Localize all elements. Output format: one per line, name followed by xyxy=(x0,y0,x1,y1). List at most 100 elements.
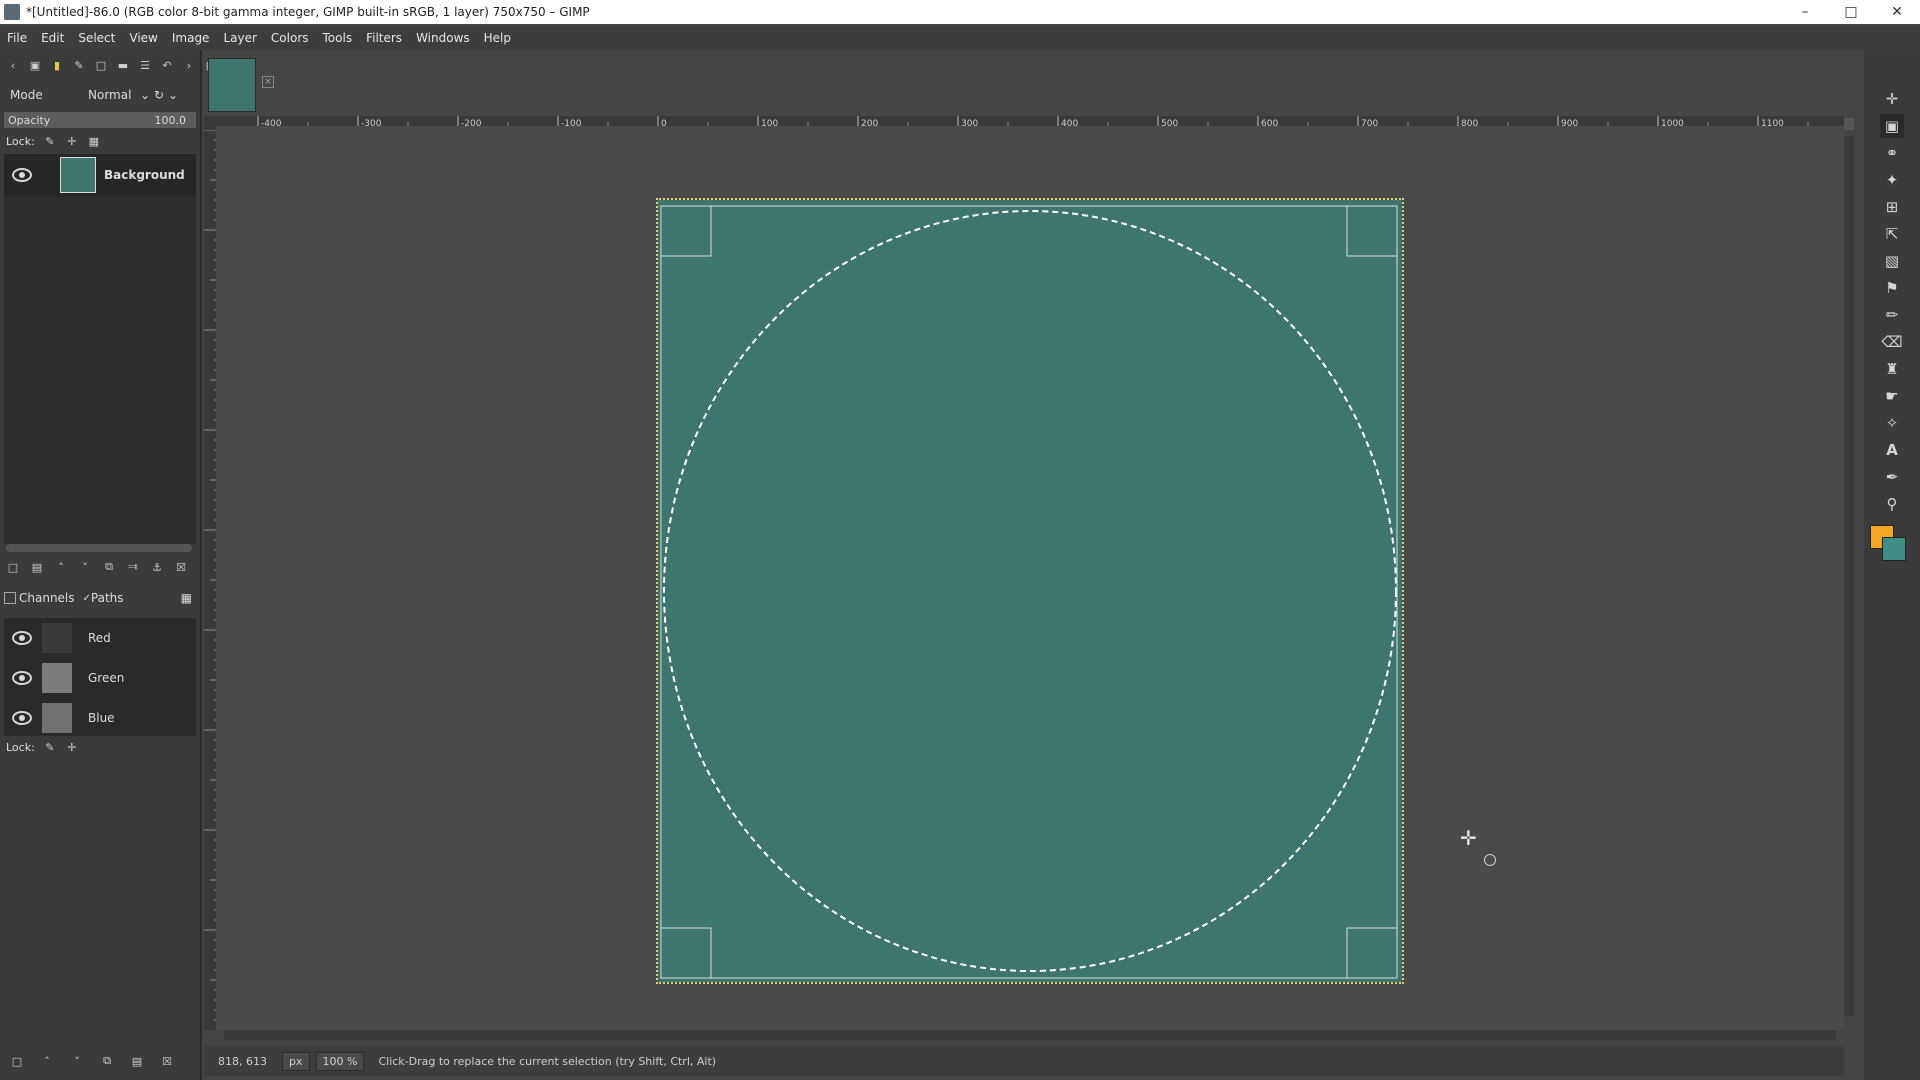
maximize-button[interactable]: □ xyxy=(1828,0,1874,24)
channel-name[interactable]: Blue xyxy=(88,711,115,725)
visibility-eye-icon[interactable] xyxy=(12,168,32,182)
zoom-icon[interactable]: ⚲ xyxy=(1880,492,1904,516)
move-tool-icon[interactable]: ✛ xyxy=(1880,87,1904,111)
menu-edit[interactable]: Edit xyxy=(34,31,71,45)
channel-row-red[interactable]: Red xyxy=(4,618,196,658)
mode-dropdown[interactable]: Normal xyxy=(88,88,140,102)
chevron-down-icon[interactable]: ⌄ xyxy=(140,88,154,102)
handle-top-left[interactable] xyxy=(660,205,712,257)
mode-reset-icon[interactable]: ↻ xyxy=(154,88,168,102)
background-color-swatch[interactable] xyxy=(1882,537,1906,561)
crop-icon[interactable]: ⊞ xyxy=(1880,195,1904,219)
image-canvas[interactable] xyxy=(656,198,1404,984)
tab-paths[interactable]: Paths xyxy=(91,591,181,605)
patterns-icon[interactable]: □ xyxy=(94,58,108,72)
layer-thumbnail xyxy=(60,157,96,193)
paintbrush-icon[interactable]: ✏ xyxy=(1880,303,1904,327)
menu-select[interactable]: Select xyxy=(71,31,122,45)
fuzzy-select-icon[interactable]: ✦ xyxy=(1880,168,1904,192)
lower-layer-icon[interactable]: ˅ xyxy=(78,560,92,574)
selection-bounding-box xyxy=(660,205,1398,979)
image-tab-thumbnail[interactable] xyxy=(208,58,256,112)
tab-menu-icon[interactable]: ▦ xyxy=(181,591,192,605)
images-icon[interactable]: ▬ xyxy=(116,58,130,72)
new-layer-icon[interactable]: □ xyxy=(6,560,20,574)
menu-view[interactable]: View xyxy=(122,31,164,45)
duplicate-layer-icon[interactable]: ⧉ xyxy=(102,560,116,574)
opacity-slider[interactable]: Opacity 100.0 xyxy=(4,112,196,128)
channel-row-blue[interactable]: Blue xyxy=(4,698,196,738)
undo-history-icon[interactable]: ↶ xyxy=(160,58,174,72)
visibility-eye-icon[interactable] xyxy=(12,631,32,645)
wilber-logo xyxy=(1864,50,1920,84)
close-image-tab-icon[interactable]: × xyxy=(262,76,274,88)
handle-top-right[interactable] xyxy=(1346,205,1398,257)
left-dock: ‹ ▣ ▮ ✎ □ ▬ ☰ ↶ › ▦ Mode Normal ⌄ ↻ ⌄ Op… xyxy=(0,50,216,1080)
menu-filters[interactable]: Filters xyxy=(359,31,409,45)
rect-select-icon[interactable]: ▣ xyxy=(1880,114,1904,138)
channel-to-selection-icon[interactable]: ▤ xyxy=(130,1054,144,1068)
smudge-icon[interactable]: ☛ xyxy=(1880,384,1904,408)
chevron-down-icon[interactable]: ⌄ xyxy=(168,88,178,102)
canvas-horizontal-scrollbar[interactable] xyxy=(224,1030,1836,1040)
lower-channel-icon[interactable]: ˅ xyxy=(70,1054,84,1068)
menu-layer[interactable]: Layer xyxy=(216,31,263,45)
minimize-button[interactable]: – xyxy=(1782,0,1828,24)
zoom-selector[interactable]: 100 % xyxy=(315,1051,365,1071)
color-picker-icon[interactable]: ✒ xyxy=(1880,465,1904,489)
close-button[interactable]: ✕ xyxy=(1874,0,1920,24)
raise-layer-icon[interactable]: ˄ xyxy=(54,560,68,574)
layer-row[interactable]: Background xyxy=(4,154,196,196)
handle-bottom-left[interactable] xyxy=(660,927,712,979)
tab-channels[interactable]: Channels xyxy=(19,591,75,605)
menu-image[interactable]: Image xyxy=(165,31,217,45)
mode-label: Mode xyxy=(10,88,43,102)
visibility-eye-icon[interactable] xyxy=(12,671,32,685)
lock-pixels-icon[interactable]: ✎ xyxy=(43,134,57,148)
eraser-icon[interactable]: ⌫ xyxy=(1880,330,1904,354)
new-channel-icon[interactable]: □ xyxy=(10,1054,24,1068)
chevron-right-icon[interactable]: › xyxy=(182,58,196,72)
paths-icon[interactable]: ✧ xyxy=(1880,411,1904,435)
channel-row-green[interactable]: Green xyxy=(4,658,196,698)
canvas-vertical-scrollbar[interactable] xyxy=(1844,136,1854,1016)
menu-colors[interactable]: Colors xyxy=(264,31,316,45)
lock-position-icon[interactable]: ✛ xyxy=(65,134,79,148)
navigate-icon[interactable] xyxy=(1844,118,1854,130)
visibility-eye-icon[interactable] xyxy=(12,711,32,725)
warp-icon[interactable]: ▧ xyxy=(1880,249,1904,273)
layer-name[interactable]: Background xyxy=(104,168,185,182)
lasso-icon[interactable]: ⚭ xyxy=(1880,141,1904,165)
brushes-icon[interactable]: ▮ xyxy=(50,58,64,72)
chevron-left-icon[interactable]: ‹ xyxy=(6,58,20,72)
raise-channel-icon[interactable]: ˄ xyxy=(40,1054,54,1068)
handle-bottom-right[interactable] xyxy=(1346,927,1398,979)
lock-alpha-icon[interactable]: ▦ xyxy=(87,134,101,148)
text-icon[interactable]: A xyxy=(1880,438,1904,462)
lock-position-icon[interactable]: ✛ xyxy=(65,740,79,754)
mode-row: Mode Normal ⌄ ↻ ⌄ xyxy=(10,88,194,102)
unified-transform-icon[interactable]: ⇱ xyxy=(1880,222,1904,246)
channel-name[interactable]: Red xyxy=(88,631,111,645)
merge-layer-icon[interactable]: ⫥ xyxy=(126,560,140,574)
menu-file[interactable]: File xyxy=(0,31,34,45)
bucket-fill-icon[interactable]: ⚑ xyxy=(1880,276,1904,300)
lock-pixels-icon[interactable]: ✎ xyxy=(43,740,57,754)
new-layer-group-icon[interactable]: ▤ xyxy=(30,560,44,574)
layer-list-scrollbar[interactable] xyxy=(6,544,192,552)
delete-channel-icon[interactable]: ☒ xyxy=(160,1054,174,1068)
delete-layer-icon[interactable]: ☒ xyxy=(174,560,188,574)
layer-actions-row: □ ▤ ˄ ˅ ⧉ ⫥ ⚓ ☒ xyxy=(6,560,188,574)
menu-help[interactable]: Help xyxy=(477,31,518,45)
menu-windows[interactable]: Windows xyxy=(409,31,477,45)
duplicate-channel-icon[interactable]: ⧉ xyxy=(100,1054,114,1068)
menu-tools[interactable]: Tools xyxy=(316,31,360,45)
clone-icon[interactable]: ♜ xyxy=(1880,357,1904,381)
pencil-icon[interactable]: ✎ xyxy=(72,58,86,72)
anchor-layer-icon[interactable]: ⚓ xyxy=(150,560,164,574)
channel-name[interactable]: Green xyxy=(88,671,124,685)
opacity-value[interactable]: 100.0 xyxy=(155,114,197,127)
layers-stack-icon[interactable]: ☰ xyxy=(138,58,152,72)
unit-selector[interactable]: px xyxy=(282,1051,310,1071)
tool-options-icon[interactable]: ▣ xyxy=(28,58,42,72)
